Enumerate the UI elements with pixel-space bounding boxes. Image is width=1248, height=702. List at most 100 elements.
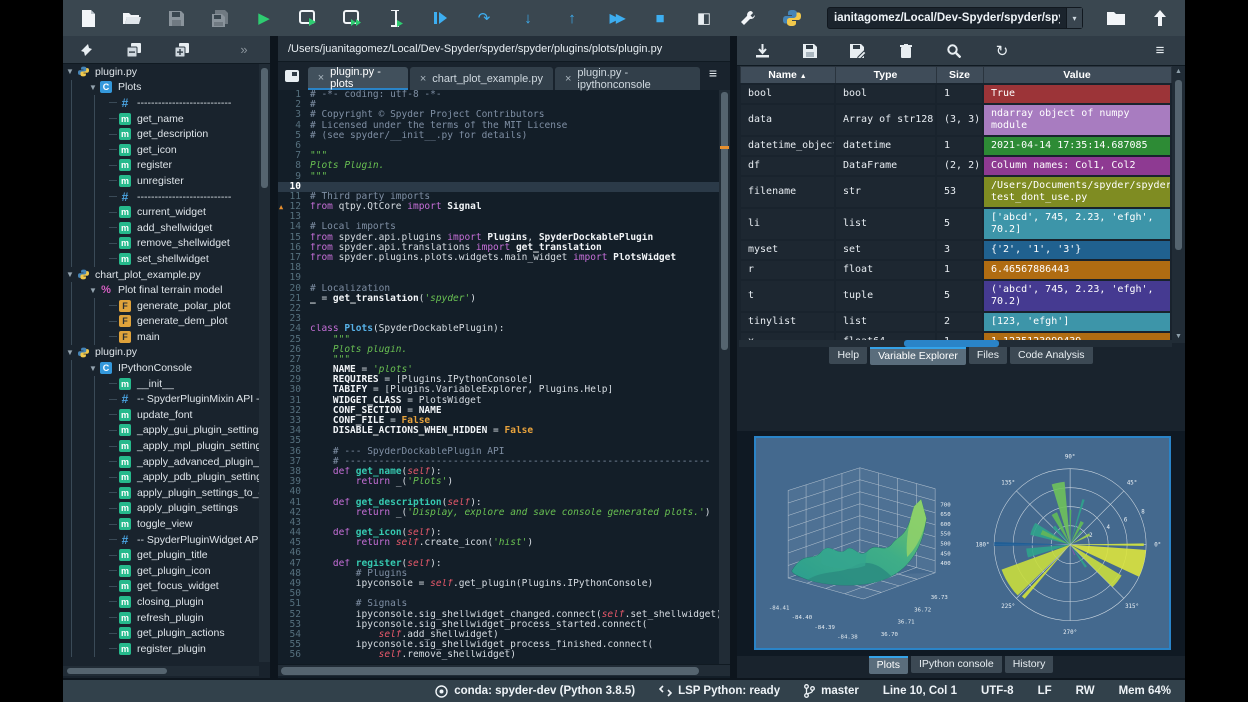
outline-item[interactable]: m_apply_pdb_plugin_setting bbox=[63, 469, 259, 485]
run-cell-advance-button[interactable] bbox=[341, 7, 363, 29]
outline-item[interactable]: mget_plugin_title bbox=[63, 547, 259, 563]
column-header-size[interactable]: Size bbox=[936, 67, 983, 84]
variable-size[interactable]: 5 bbox=[936, 208, 983, 240]
variable-value[interactable]: [123, 'efgh'] bbox=[983, 312, 1171, 332]
outline-item[interactable]: #--------------------------- bbox=[63, 95, 259, 111]
restore-original-tree-button[interactable]: » bbox=[233, 39, 255, 61]
expand-all-button[interactable] bbox=[171, 39, 193, 61]
variable-row[interactable]: dfDataFrame(2, 2)Column names: Col1, Col… bbox=[740, 156, 1171, 176]
variable-size[interactable]: 5 bbox=[936, 280, 983, 312]
variable-table-vertical-scrollbar[interactable]: ▲ ▼ bbox=[1172, 66, 1185, 343]
new-file-button[interactable] bbox=[77, 7, 99, 29]
column-header-type[interactable]: Type bbox=[835, 67, 936, 84]
variable-type[interactable]: float bbox=[835, 260, 936, 280]
outline-item[interactable]: madd_shellwidget bbox=[63, 220, 259, 236]
editor-horizontal-scrollbar[interactable] bbox=[278, 664, 730, 676]
outline-item[interactable]: Fgenerate_polar_plot bbox=[63, 298, 259, 314]
variable-type[interactable]: list bbox=[835, 208, 936, 240]
outline-item[interactable]: mrefresh_plugin bbox=[63, 610, 259, 626]
variable-value[interactable]: {'2', '1', '3'} bbox=[983, 240, 1171, 260]
variable-value[interactable]: ('abcd', 745, 2.23, 'efgh', 70.2) bbox=[983, 280, 1171, 312]
variable-value[interactable]: 2021-04-14 17:35:14.687085 bbox=[983, 136, 1171, 156]
splitter-right[interactable] bbox=[730, 36, 737, 678]
expander-icon[interactable]: ▼ bbox=[63, 67, 77, 76]
variable-name[interactable]: bool bbox=[740, 84, 835, 104]
outline-item[interactable]: mset_shellwidget bbox=[63, 251, 259, 267]
step-return-button[interactable]: ↑ bbox=[561, 7, 583, 29]
variable-value[interactable]: /Users/Documents/spyder/spyder/tests, te… bbox=[983, 176, 1171, 208]
current-figure[interactable]: 700650600550500450400-84.41-84.40-84.39-… bbox=[754, 436, 1171, 650]
outline-item[interactable]: mget_name bbox=[63, 111, 259, 127]
variable-name[interactable]: r bbox=[740, 260, 835, 280]
variable-name[interactable]: df bbox=[740, 156, 835, 176]
tab-ipython-console[interactable]: IPython console bbox=[911, 656, 1002, 673]
run-selection-button[interactable] bbox=[385, 7, 407, 29]
variable-row[interactable]: boolbool1True bbox=[740, 84, 1171, 104]
browse-directory-button[interactable] bbox=[1105, 7, 1127, 29]
tab-variable-explorer[interactable]: Variable Explorer bbox=[870, 347, 966, 365]
outline-item[interactable]: ▼chart_plot_example.py bbox=[63, 267, 259, 283]
variable-explorer-options-menu-button[interactable]: ≡ bbox=[1149, 40, 1171, 62]
editor-tab-plugin-plots[interactable]: ×plugin.py - plots bbox=[308, 67, 408, 90]
debug-button[interactable] bbox=[429, 7, 451, 29]
save-button[interactable] bbox=[165, 7, 187, 29]
outline-item[interactable]: mremove_shellwidget bbox=[63, 236, 259, 252]
outline-item[interactable]: ▼CPlots bbox=[63, 80, 259, 96]
outline-item[interactable]: mregister_plugin bbox=[63, 641, 259, 657]
outline-item[interactable]: mregister bbox=[63, 158, 259, 174]
scroll-up-icon[interactable]: ▲ bbox=[1172, 66, 1185, 78]
variable-row[interactable]: tinylistlist2[123, 'efgh'] bbox=[740, 312, 1171, 332]
import-data-button[interactable] bbox=[751, 40, 773, 62]
variable-row[interactable]: datetime_objectdatetime12021-04-14 17:35… bbox=[740, 136, 1171, 156]
outline-item[interactable]: #--------------------------- bbox=[63, 189, 259, 205]
variable-row[interactable]: dataArray of str128(3, 3)ndarray object … bbox=[740, 104, 1171, 136]
splitter-left[interactable] bbox=[270, 36, 278, 678]
expander-icon[interactable]: ▼ bbox=[63, 270, 77, 279]
refresh-variables-button[interactable]: ↻ bbox=[991, 40, 1013, 62]
variable-size[interactable]: 1 bbox=[936, 84, 983, 104]
variable-value[interactable]: Column names: Col1, Col2 bbox=[983, 156, 1171, 176]
outline-tree[interactable]: ▼plugin.py▼CPlots#----------------------… bbox=[63, 64, 259, 662]
editor-tab-plugin-ipythonconsole[interactable]: ×plugin.py - ipythonconsole bbox=[555, 67, 700, 90]
save-data-as-button[interactable] bbox=[847, 40, 869, 62]
outline-item[interactable]: mget_description bbox=[63, 126, 259, 142]
outline-item[interactable]: mapply_plugin_settings_to_c bbox=[63, 485, 259, 501]
variable-size[interactable]: (2, 2) bbox=[936, 156, 983, 176]
expander-icon[interactable]: ▼ bbox=[86, 286, 100, 295]
variable-type[interactable]: datetime bbox=[835, 136, 936, 156]
variable-type[interactable]: list bbox=[835, 312, 936, 332]
close-icon[interactable]: × bbox=[318, 72, 324, 84]
close-icon[interactable]: × bbox=[565, 73, 571, 85]
working-directory-combobox[interactable]: ▾ bbox=[827, 7, 1083, 29]
variable-name[interactable]: filename bbox=[740, 176, 835, 208]
tab-help[interactable]: Help bbox=[829, 347, 867, 364]
variable-row[interactable]: rfloat16.46567886443 bbox=[740, 260, 1171, 280]
outline-item[interactable]: mupdate_font bbox=[63, 407, 259, 423]
outline-item[interactable]: Fmain bbox=[63, 329, 259, 345]
outline-item[interactable]: #-- SpyderPluginWidget AP bbox=[63, 532, 259, 548]
variable-type[interactable]: set bbox=[835, 240, 936, 260]
git-branch-status[interactable]: master bbox=[804, 684, 859, 698]
variable-name[interactable]: data bbox=[740, 104, 835, 136]
variable-size[interactable]: 1 bbox=[936, 260, 983, 280]
parent-directory-button[interactable] bbox=[1149, 7, 1171, 29]
outline-item[interactable]: Fgenerate_dem_plot bbox=[63, 314, 259, 330]
go-to-cursor-button[interactable] bbox=[75, 39, 97, 61]
variable-row[interactable]: filenamestr53/Users/Documents/spyder/spy… bbox=[740, 176, 1171, 208]
variable-name[interactable]: tinylist bbox=[740, 312, 835, 332]
outline-item[interactable]: mclosing_plugin bbox=[63, 594, 259, 610]
variable-size[interactable]: 1 bbox=[936, 136, 983, 156]
variable-size[interactable]: 53 bbox=[936, 176, 983, 208]
search-variable-button[interactable] bbox=[943, 40, 965, 62]
column-header-value[interactable]: Value bbox=[983, 67, 1171, 84]
save-all-button[interactable] bbox=[209, 7, 231, 29]
variable-type[interactable]: DataFrame bbox=[835, 156, 936, 176]
variable-type[interactable]: str bbox=[835, 176, 936, 208]
variable-name[interactable]: t bbox=[740, 280, 835, 312]
open-file-button[interactable] bbox=[121, 7, 143, 29]
outline-item[interactable]: ▼CIPythonConsole bbox=[63, 360, 259, 376]
outline-item[interactable]: munregister bbox=[63, 173, 259, 189]
run-button[interactable]: ▶ bbox=[253, 7, 275, 29]
conda-environment-status[interactable]: conda: spyder-dev (Python 3.8.5) bbox=[435, 685, 635, 698]
variable-name[interactable]: myset bbox=[740, 240, 835, 260]
